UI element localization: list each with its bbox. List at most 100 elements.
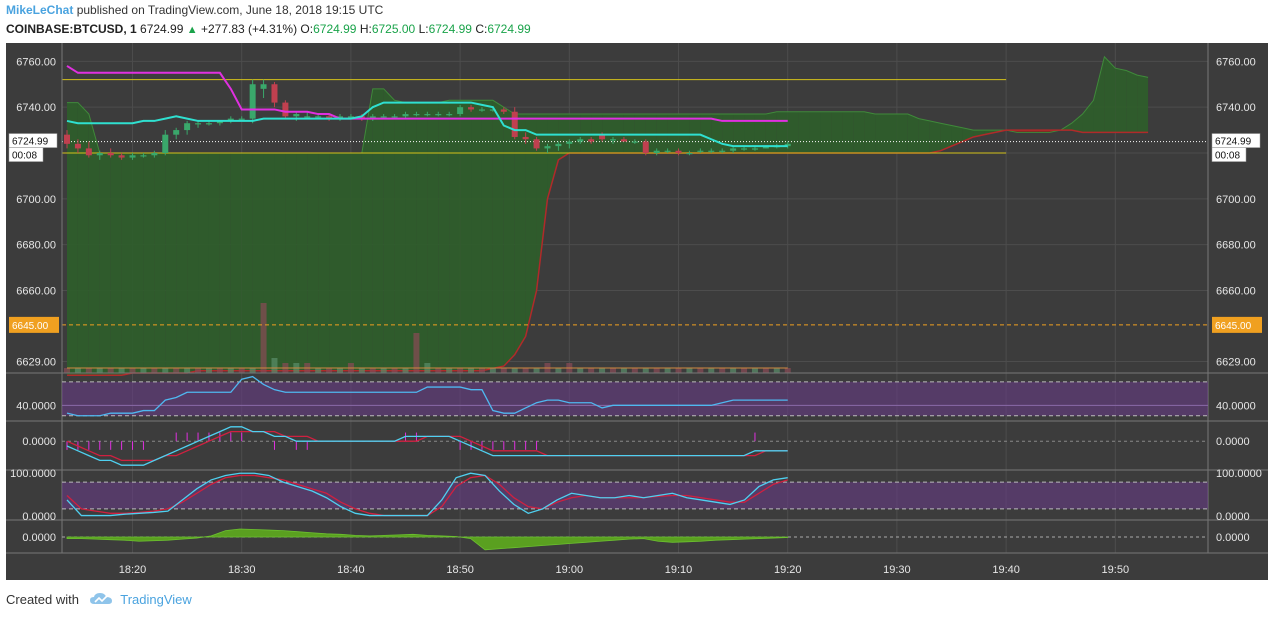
rsi-y-tick-right: 40.0000 bbox=[1216, 400, 1256, 412]
volume-bar bbox=[413, 333, 420, 373]
volume-bar bbox=[642, 368, 649, 373]
candle-body bbox=[522, 136, 529, 140]
close-value: 6724.99 bbox=[487, 22, 531, 36]
candle-body bbox=[457, 107, 464, 115]
cloud-green-segment bbox=[831, 111, 843, 153]
cloud-green-segment bbox=[416, 102, 428, 371]
volume-bar bbox=[489, 368, 496, 373]
volume-bar bbox=[708, 368, 715, 373]
candle-body bbox=[282, 102, 289, 117]
volume-bar bbox=[391, 368, 398, 373]
volume-bar bbox=[653, 368, 660, 373]
y-tick-label-left: 6760.00 bbox=[16, 56, 56, 68]
cloud-green-segment bbox=[132, 153, 144, 373]
cloud-green-segment bbox=[1115, 68, 1127, 133]
cloud-green-segment bbox=[1071, 114, 1083, 133]
volume-bar bbox=[468, 368, 475, 373]
cloud-green-segment bbox=[1126, 70, 1138, 133]
candle-body bbox=[719, 150, 726, 152]
volume-bar bbox=[751, 368, 758, 373]
candle-body bbox=[697, 150, 704, 152]
volume-bar bbox=[216, 368, 223, 373]
x-tick-label: 19:10 bbox=[665, 564, 693, 576]
cloud-green-segment bbox=[143, 153, 155, 373]
candle-body bbox=[315, 116, 322, 118]
candle-body bbox=[730, 148, 737, 151]
cloud-green-segment bbox=[503, 107, 515, 367]
stoch-y-tick-bottom-left: 0.0000 bbox=[22, 511, 56, 523]
candle-body bbox=[151, 153, 158, 156]
volume-bar bbox=[151, 368, 158, 373]
symbol-name: COINBASE:BTCUSD, 1 bbox=[6, 22, 137, 36]
cloud-green-segment bbox=[514, 114, 526, 355]
rsi-band bbox=[62, 381, 1208, 416]
cloud-green-segment bbox=[121, 153, 133, 376]
cloud-green-segment bbox=[918, 118, 930, 153]
cloud-green-segment bbox=[460, 100, 472, 371]
author-name[interactable]: MikeLeChat bbox=[6, 3, 73, 17]
volume-bar bbox=[184, 368, 191, 373]
cloud-green-segment bbox=[733, 114, 745, 153]
candle-body bbox=[511, 111, 518, 137]
chart-area[interactable]: 6760.00 6760.00 6740.00 6740.00 6700.00 6700.… bbox=[6, 43, 1268, 580]
candle-body bbox=[435, 114, 442, 116]
cloud-green-segment bbox=[383, 88, 395, 371]
candle-body bbox=[664, 150, 671, 152]
cloud-green-segment bbox=[896, 114, 908, 153]
candle-body bbox=[610, 139, 616, 141]
candle-body bbox=[129, 155, 136, 158]
cloud-green-segment bbox=[787, 111, 799, 153]
candle-body bbox=[162, 134, 169, 153]
volume-bar bbox=[260, 303, 267, 373]
cloud-green-segment bbox=[274, 153, 286, 371]
last-price-label-right: 6724.99 bbox=[1215, 137, 1252, 148]
volume-bar bbox=[446, 368, 453, 373]
price-change: +277.83 (+4.31%) bbox=[201, 22, 298, 36]
candle-body bbox=[304, 116, 311, 118]
candle-body bbox=[708, 150, 715, 152]
open-value: 6724.99 bbox=[313, 22, 357, 36]
candle-body bbox=[85, 148, 92, 156]
cloud-green-segment bbox=[700, 114, 712, 153]
candle-body bbox=[446, 114, 453, 116]
high-value: 6725.00 bbox=[371, 22, 416, 36]
volume-bar bbox=[762, 368, 769, 373]
candle-body bbox=[468, 107, 475, 110]
last-price-label-left: 6724.99 bbox=[12, 137, 49, 148]
cloud-green-segment bbox=[591, 114, 603, 153]
cloud-green-segment bbox=[613, 114, 624, 153]
cloud-green-segment bbox=[241, 153, 253, 371]
x-tick-label: 19:50 bbox=[1102, 564, 1130, 576]
cloud-green-segment bbox=[1137, 75, 1149, 133]
cloud-green-segment bbox=[394, 100, 406, 371]
x-tick-label: 18:50 bbox=[446, 564, 474, 576]
cloud-green-segment bbox=[329, 153, 340, 371]
volume-bar bbox=[686, 368, 693, 373]
volume-bar bbox=[478, 368, 485, 373]
countdown-label-right: 00:08 bbox=[1215, 151, 1240, 162]
volume-bar bbox=[784, 368, 791, 373]
chart-svg[interactable]: 6760.00 6760.00 6740.00 6740.00 6700.00 6700.… bbox=[6, 43, 1268, 580]
volume-bar bbox=[358, 368, 365, 373]
low-label: L: bbox=[418, 22, 429, 36]
ao-y-tick-right: 0.0000 bbox=[1216, 532, 1250, 544]
candle-body bbox=[566, 141, 573, 144]
level-label-left: 6645.00 bbox=[12, 321, 49, 332]
open-label: O: bbox=[300, 22, 314, 36]
candle-body bbox=[107, 153, 114, 156]
volume-bar bbox=[326, 368, 333, 373]
volume-bar bbox=[85, 368, 92, 373]
macd-y-tick-right: 0.0000 bbox=[1216, 436, 1250, 448]
cloud-green-segment bbox=[667, 114, 679, 153]
volume-bar bbox=[435, 368, 442, 373]
macd-line bbox=[66, 426, 788, 466]
x-tick-label: 18:30 bbox=[228, 564, 256, 576]
volume-bar bbox=[773, 368, 780, 373]
tradingview-link[interactable]: TradingView bbox=[120, 592, 192, 607]
cloud-green-segment bbox=[318, 153, 330, 371]
x-tick-label: 18:20 bbox=[119, 564, 147, 576]
candle-body bbox=[195, 123, 202, 125]
publication-info: published on TradingView.com, June 18, 2… bbox=[76, 3, 384, 17]
volume-bar bbox=[337, 368, 343, 373]
cloud-green-segment bbox=[230, 153, 242, 371]
